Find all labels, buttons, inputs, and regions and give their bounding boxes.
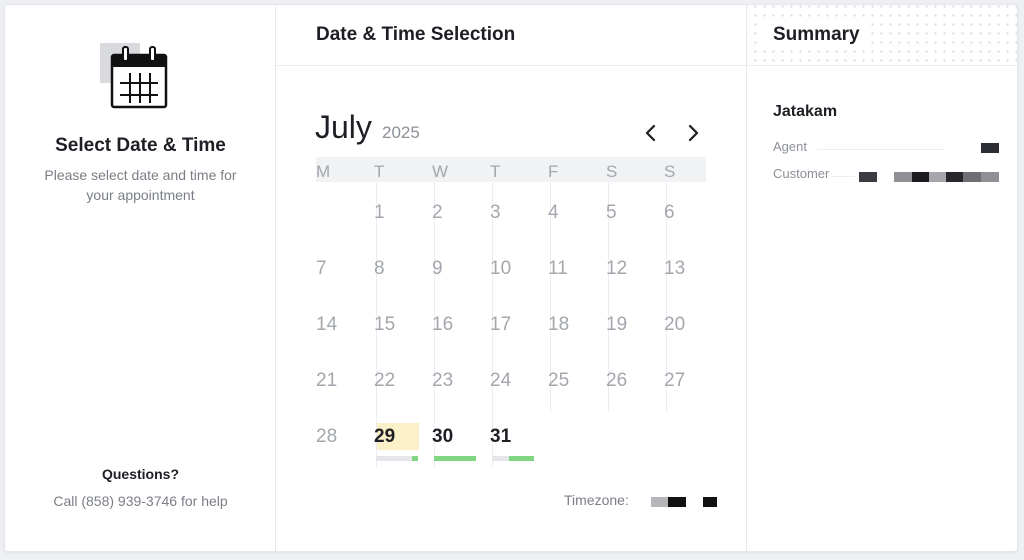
calendar-day: 20 bbox=[664, 314, 686, 335]
timezone-value-redacted[interactable] bbox=[651, 497, 668, 507]
calendar-header: Date & Time Selection bbox=[276, 5, 747, 66]
panel-title: Select Date & Time bbox=[55, 135, 226, 156]
calendar-day: 9 bbox=[432, 258, 443, 279]
weekday-label: S bbox=[664, 162, 676, 181]
chevron-left-icon bbox=[645, 124, 656, 142]
agent-label: Agent bbox=[773, 139, 807, 154]
calendar-day: 4 bbox=[548, 202, 559, 223]
prev-month-button[interactable] bbox=[639, 121, 663, 145]
calendar-day-available[interactable]: 30 bbox=[432, 426, 453, 448]
calendar-icon bbox=[100, 39, 170, 111]
chevron-right-icon bbox=[688, 124, 699, 142]
next-month-button[interactable] bbox=[681, 121, 705, 145]
calendar-day: 7 bbox=[316, 258, 327, 279]
calendar-day: 23 bbox=[432, 370, 454, 391]
timezone-value-redacted[interactable] bbox=[703, 497, 717, 507]
calendar-day: 11 bbox=[548, 258, 568, 279]
summary-business-name: Jatakam bbox=[773, 103, 838, 120]
calendar-day: 13 bbox=[664, 258, 686, 279]
calendar-day-available[interactable]: 31 bbox=[490, 426, 511, 448]
customer-value-redacted bbox=[981, 172, 999, 182]
calendar-day: 16 bbox=[432, 314, 454, 335]
weekday-label: W bbox=[432, 162, 449, 181]
calendar-panel: Date & Time Selection July 2025 MTWTFSS … bbox=[276, 5, 747, 551]
calendar-day: 14 bbox=[316, 314, 338, 335]
calendar-day: 24 bbox=[490, 370, 512, 391]
customer-value-redacted bbox=[946, 172, 963, 182]
summary-title: Summary bbox=[773, 24, 860, 45]
month-label: July bbox=[315, 109, 372, 145]
customer-label: Customer bbox=[773, 166, 830, 181]
calendar-day: 10 bbox=[490, 258, 512, 279]
calendar-day: 6 bbox=[664, 202, 675, 223]
weekday-label: M bbox=[316, 162, 331, 181]
customer-value-redacted bbox=[912, 172, 929, 182]
weekday-label: S bbox=[606, 162, 618, 181]
availability-bar-fill bbox=[412, 456, 418, 461]
section-title: Date & Time Selection bbox=[316, 24, 516, 45]
calendar-day: 27 bbox=[664, 370, 686, 391]
weekday-label: T bbox=[490, 162, 501, 181]
calendar-day: 1 bbox=[374, 202, 385, 223]
calendar-day: 3 bbox=[490, 202, 501, 223]
customer-value-redacted bbox=[894, 172, 912, 182]
calendar-day: 22 bbox=[374, 370, 396, 391]
weekday-header-row: MTWTFSS bbox=[316, 157, 706, 182]
timezone-label: Timezone: bbox=[564, 492, 629, 508]
timezone-value-redacted[interactable] bbox=[668, 497, 686, 507]
scheduler-window: Select Date & Time Please select date an… bbox=[4, 4, 1018, 552]
calendar-day: 19 bbox=[606, 314, 628, 335]
calendar-day: 21 bbox=[316, 370, 338, 391]
calendar-day: 2 bbox=[432, 202, 443, 223]
customer-value-redacted bbox=[859, 172, 877, 182]
year-label: 2025 bbox=[382, 123, 420, 142]
calendar-day: 12 bbox=[606, 258, 628, 279]
weekday-label: T bbox=[374, 162, 385, 181]
weekday-label: F bbox=[548, 162, 559, 181]
customer-value-redacted bbox=[929, 172, 946, 182]
calendar-day: 5 bbox=[606, 202, 617, 223]
agent-value-redacted bbox=[981, 143, 999, 153]
calendar-day: 25 bbox=[548, 370, 570, 391]
calendar-day: 15 bbox=[374, 314, 396, 335]
calendar-day: 18 bbox=[548, 314, 570, 335]
info-panel: Select Date & Time Please select date an… bbox=[5, 5, 276, 551]
availability-bar-fill bbox=[509, 456, 534, 461]
availability-bar-fill bbox=[434, 456, 476, 461]
help-phone-text: Call (858) 939-3746 for help bbox=[53, 493, 228, 509]
calendar-day: 28 bbox=[316, 426, 338, 447]
calendar-day: 17 bbox=[490, 314, 512, 335]
questions-heading: Questions? bbox=[101, 466, 179, 482]
summary-header: Summary bbox=[747, 5, 1017, 66]
calendar-day-available[interactable]: 29 bbox=[374, 426, 395, 448]
calendar-day: 8 bbox=[374, 258, 385, 279]
panel-subtitle: Please select date and time for your app… bbox=[44, 167, 237, 203]
customer-value-redacted bbox=[963, 172, 981, 182]
calendar-day: 26 bbox=[606, 370, 628, 391]
summary-panel: Summary Jatakam Agent Customer bbox=[747, 5, 1017, 551]
